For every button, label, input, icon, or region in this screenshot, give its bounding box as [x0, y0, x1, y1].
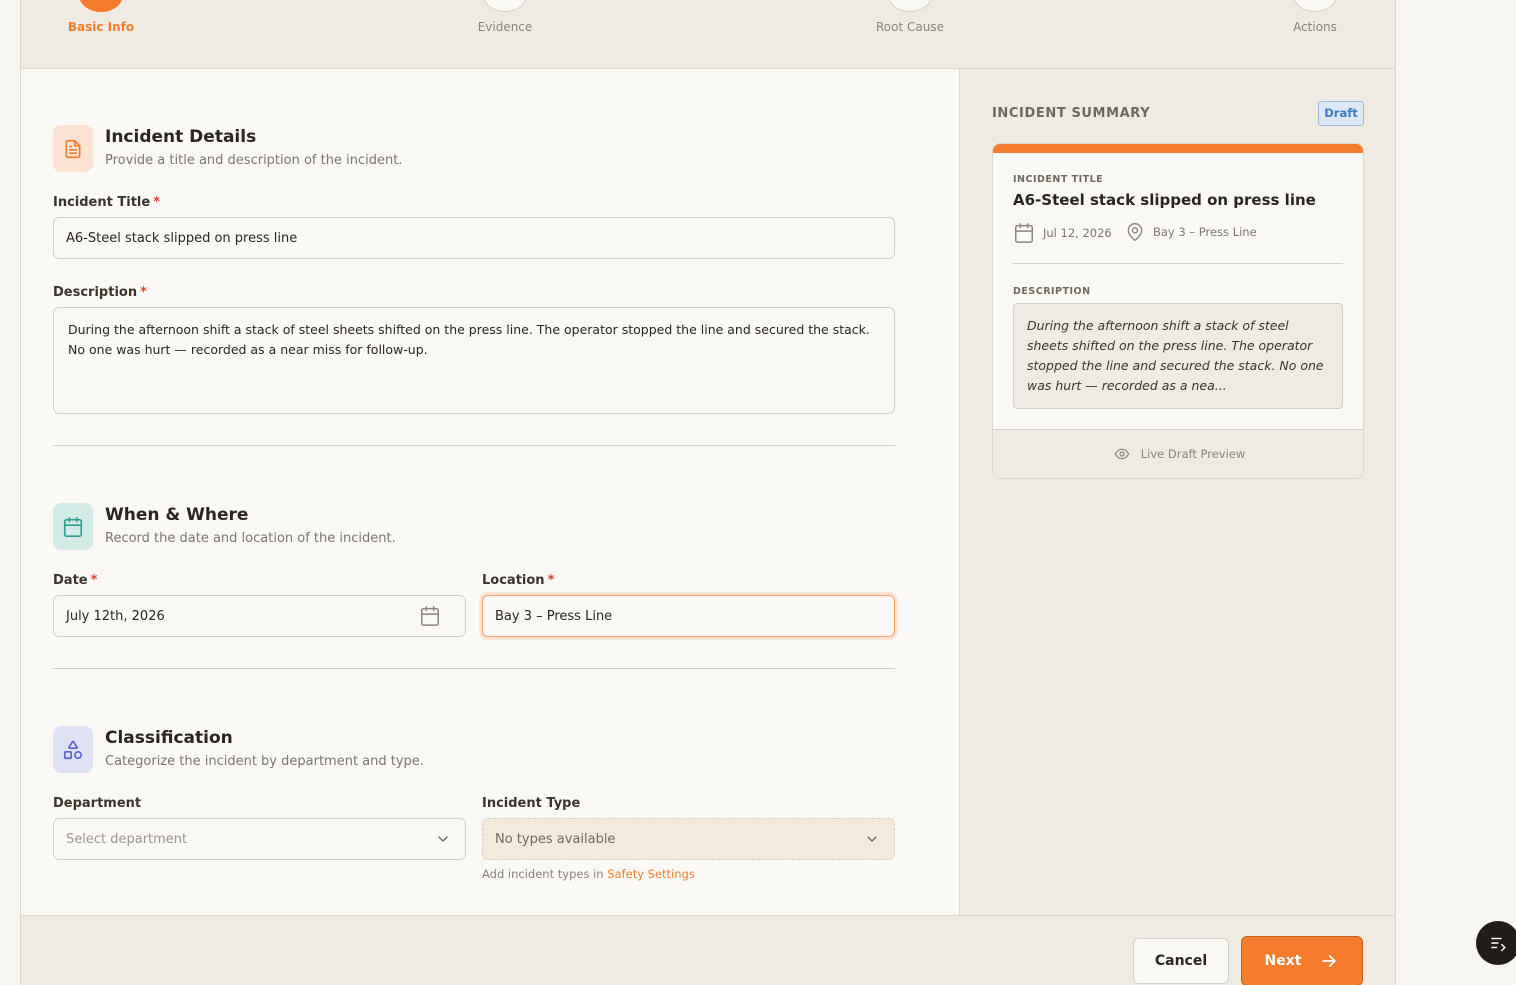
card-accent-bar [993, 144, 1363, 153]
step-label: Actions [1293, 20, 1337, 34]
section-divider [53, 445, 895, 446]
next-button-label: Next [1264, 953, 1302, 969]
location-input[interactable]: Bay 3 – Press Line [482, 595, 895, 637]
summary-title-key: INCIDENT TITLE [1013, 174, 1104, 185]
section-divider [53, 668, 895, 669]
department-placeholder: Select department [66, 831, 188, 847]
date-picker[interactable]: July 12th, 2026 [53, 595, 466, 637]
summary-description-key: DESCRIPTION [1013, 286, 1091, 297]
chevron-down-icon [435, 831, 451, 847]
section-title: Classification [105, 728, 233, 748]
section-subtitle: Provide a title and description of the i… [105, 153, 403, 168]
map-pin-icon [1125, 222, 1145, 242]
department-select[interactable]: Select department [53, 818, 466, 860]
summary-heading: INCIDENT SUMMARY [992, 106, 1151, 121]
description-label: Description * [53, 285, 147, 300]
chevron-down-icon [864, 831, 880, 847]
section-title: When & Where [105, 505, 249, 525]
summary-panel: INCIDENT SUMMARY Draft INCIDENT TITLE A6… [959, 69, 1395, 915]
location-label: Location * [482, 573, 555, 588]
wizard-footer: Cancel Next [21, 915, 1395, 985]
step-indicator [483, 0, 527, 12]
step-label: Basic Info [67, 20, 135, 34]
section-title: Incident Details [105, 127, 257, 147]
step-indicator [1293, 0, 1337, 12]
incident-type-select[interactable]: No types available [482, 818, 895, 860]
list-edit-icon [1489, 934, 1507, 952]
summary-location: Bay 3 – Press Line [1125, 222, 1257, 242]
description-textarea[interactable]: During the afternoon shift a stack of st… [53, 307, 895, 414]
step-indicator [888, 0, 932, 12]
wizard-stepper: Basic Info Evidence Root Cause Actions [21, 0, 1395, 69]
incident-form: Incident Details Provide a title and des… [21, 69, 959, 915]
calendar-icon[interactable] [419, 605, 441, 627]
summary-card: INCIDENT TITLE A6-Steel stack slipped on… [992, 143, 1364, 479]
incident-type-helper: Add incident types in Safety Settings [482, 867, 695, 881]
incident-title-label: Incident Title * [53, 195, 160, 210]
summary-title: A6-Steel stack slipped on press line [1013, 191, 1316, 209]
section-subtitle: Categorize the incident by department an… [105, 754, 424, 769]
incident-type-label: Incident Type [482, 796, 581, 811]
department-label: Department [53, 796, 142, 811]
section-subtitle: Record the date and location of the inci… [105, 531, 396, 546]
step-label: Evidence [477, 20, 533, 34]
live-preview-footer: Live Draft Preview [993, 429, 1363, 478]
incident-wizard: Basic Info Evidence Root Cause Actions I… [20, 0, 1396, 985]
incident-title-input[interactable]: A6-Steel stack slipped on press line [53, 217, 895, 259]
incident-type-value: No types available [495, 831, 616, 847]
shapes-icon [53, 726, 93, 773]
safety-settings-link[interactable]: Safety Settings [607, 867, 695, 881]
card-divider [1013, 263, 1343, 264]
next-button[interactable]: Next [1241, 936, 1363, 985]
summary-date: Jul 12, 2026 [1013, 222, 1112, 244]
status-badge: Draft [1318, 101, 1364, 126]
step-label: Root Cause [876, 20, 944, 34]
date-value: July 12th, 2026 [66, 608, 165, 624]
document-icon [53, 125, 93, 172]
calendar-icon [53, 503, 93, 550]
date-label: Date * [53, 573, 98, 588]
calendar-icon [1013, 222, 1035, 244]
summary-description: During the afternoon shift a stack of st… [1013, 303, 1343, 409]
floating-assistant-button[interactable] [1476, 921, 1516, 965]
cancel-button[interactable]: Cancel [1133, 938, 1229, 984]
step-indicator [79, 0, 123, 12]
arrow-right-icon [1319, 951, 1339, 971]
eye-icon [1111, 446, 1133, 462]
